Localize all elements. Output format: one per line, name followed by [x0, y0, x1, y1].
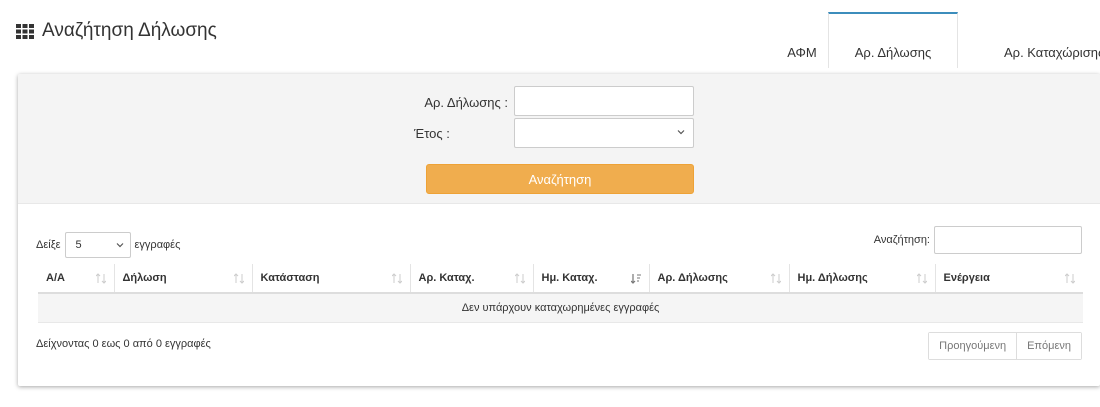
table-search-input[interactable] [934, 226, 1082, 254]
column-header-im-katax[interactable]: Ημ. Καταχ. [533, 264, 650, 294]
sort-icon [1065, 273, 1075, 284]
chevron-down-icon [677, 130, 685, 135]
sort-icon [770, 273, 781, 284]
page-length-select[interactable]: 5 [64, 232, 131, 258]
search-button[interactable]: Αναζήτηση [426, 164, 694, 194]
page: Αναζήτηση Δήλωσης ΑΦΜ Αρ. Δήλωσης Αρ. Κα… [0, 0, 1100, 407]
column-header-ar-dilosis[interactable]: Αρ. Δήλωσης [649, 264, 790, 294]
table-row: Δεν υπάρχουν καταχωρημένες εγγραφές [38, 293, 1083, 323]
column-header-ar-katax[interactable]: Αρ. Καταχ. [410, 264, 534, 294]
table-search: Αναζήτηση: [874, 226, 1082, 254]
column-header-dilosi[interactable]: Δήλωση [114, 264, 253, 294]
ar-dilosis-input[interactable] [514, 86, 694, 116]
results-table: Α/Α Δήλωση Κατάσταση Αρ. Καταχ. Ημ. Κατα… [38, 264, 1083, 323]
next-page-button[interactable]: Επόμενη [1016, 333, 1081, 359]
sort-icon [514, 273, 525, 284]
table-header-row: Α/Α Δήλωση Κατάσταση Αρ. Καταχ. Ημ. Κατα… [38, 264, 1083, 294]
ar-dilosis-label: Αρ. Δήλωσης : [424, 95, 508, 110]
column-header-im-dilosis[interactable]: Ημ. Δήλωσης [789, 264, 936, 294]
tab-ar-kataxorisis[interactable]: Αρ. Καταχώρισης [958, 12, 1100, 68]
table-search-label: Αναζήτηση: [873, 234, 930, 246]
column-header-katastasi[interactable]: Κατάσταση [252, 264, 411, 294]
sort-desc-icon [630, 274, 641, 284]
sort-icon [233, 273, 244, 284]
tab-ar-dilosis[interactable]: Αρ. Δήλωσης [828, 12, 958, 68]
page-length-control: Δείξε 5 εγγραφές [36, 232, 180, 258]
search-card: Αρ. Δήλωσης : Έτος : Αναζήτηση Δείξε 5 ε… [18, 74, 1100, 386]
column-header-energeia[interactable]: Ενέργεια [935, 264, 1083, 294]
page-length-value: 5 [75, 239, 82, 251]
etos-label: Έτος : [414, 126, 450, 141]
column-header-aa[interactable]: Α/Α [38, 264, 115, 294]
empty-message: Δεν υπάρχουν καταχωρημένες εγγραφές [38, 293, 1083, 323]
search-tabs: ΑΦΜ Αρ. Δήλωσης Αρ. Καταχώρισης [0, 12, 1100, 68]
sort-icon [916, 273, 927, 284]
show-label: Δείξε [36, 239, 61, 251]
previous-page-button[interactable]: Προηγούμενη [929, 333, 1017, 359]
pagination: Προηγούμενη Επόμενη [928, 332, 1082, 360]
sort-icon [391, 273, 402, 284]
table-info: Δείχνοντας 0 εως 0 από 0 εγγραφές [36, 338, 211, 350]
tab-afm[interactable]: ΑΦΜ [776, 12, 828, 68]
records-label: εγγραφές [134, 239, 181, 251]
sort-icon [95, 273, 106, 284]
etos-select[interactable] [514, 118, 694, 148]
search-form: Αρ. Δήλωσης : Έτος : Αναζήτηση [18, 74, 1100, 204]
chevron-down-icon [116, 243, 123, 248]
